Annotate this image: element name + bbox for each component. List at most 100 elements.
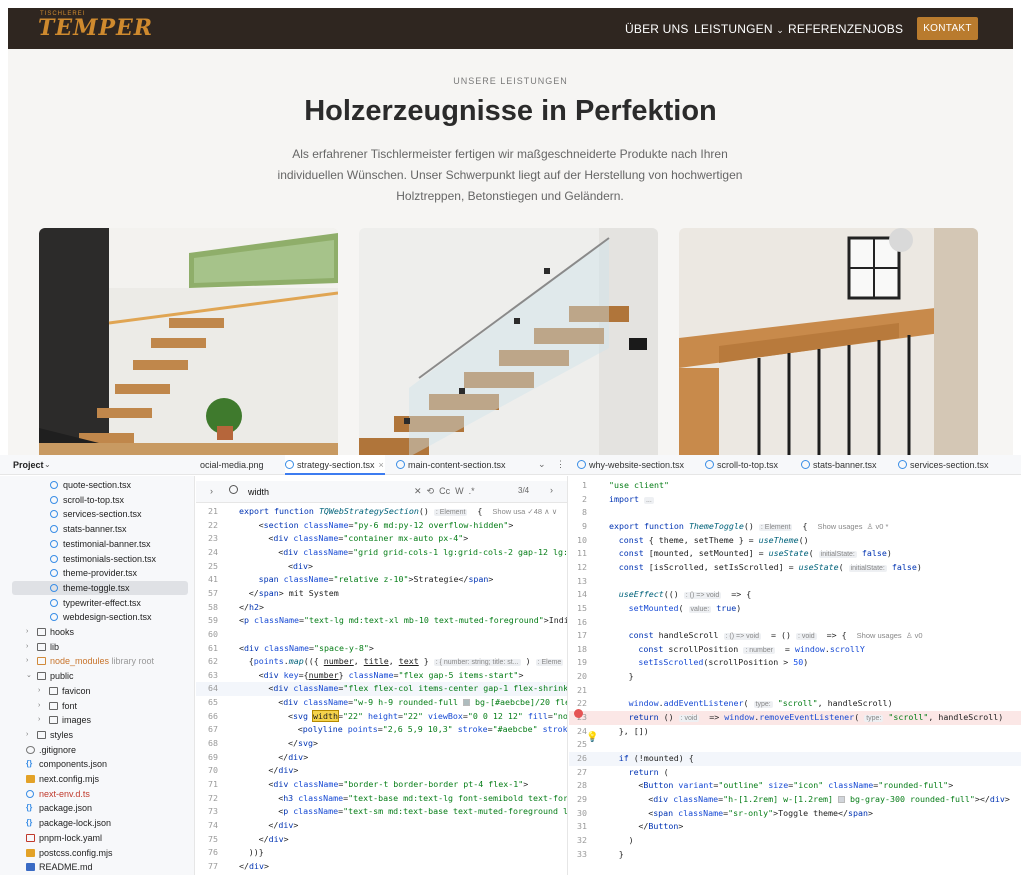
nav-link-services[interactable]: LEISTUNGEN ⌄ (694, 22, 784, 36)
code-line[interactable]: 19 setIsScrolled(scrollPosition > 50) (569, 656, 1021, 670)
tree-item[interactable]: {} package.json (0, 801, 194, 815)
code-line[interactable]: 25 (569, 738, 1021, 752)
tree-item[interactable]: stats-banner.tsx (0, 522, 194, 536)
close-icon[interactable]: × (379, 460, 384, 470)
nav-link-about[interactable]: ÜBER UNS (625, 22, 689, 36)
code-line[interactable]: 66 <svg width="22" height="22" viewBox="0… (196, 709, 567, 724)
code-line[interactable]: 69 </div> (196, 751, 567, 765)
tree-item[interactable]: testimonial-banner.tsx (0, 537, 194, 551)
tab-main-content-section[interactable]: main-content-section.tsx (396, 455, 506, 475)
code-line[interactable]: 33} (569, 848, 1021, 862)
code-line[interactable]: 76))} (196, 846, 567, 860)
tree-item[interactable]: {} components.json (0, 757, 194, 771)
code-line[interactable]: 14 useEffect(() : () => void => { (569, 588, 1021, 602)
tree-item[interactable]: scroll-to-top.tsx (0, 493, 194, 507)
chevron-right-icon[interactable]: › (210, 486, 213, 496)
code-line[interactable]: 75 </div> (196, 833, 567, 847)
tree-item[interactable]: pnpm-lock.yaml (0, 831, 194, 845)
tree-item[interactable]: next.config.mjs (0, 772, 194, 786)
tree-item[interactable]: postcss.config.mjs (0, 846, 194, 860)
code-line[interactable]: 71 <div className="border-t border-border… (196, 778, 567, 792)
code-line[interactable]: 32) (569, 834, 1021, 848)
tree-item[interactable]: typewriter-effect.tsx (0, 596, 194, 610)
tree-item[interactable]: {} package-lock.json (0, 816, 194, 830)
code-line[interactable]: 73 <p className="text-sm md:text-base tex… (196, 805, 567, 819)
chevron-right-icon[interactable]: › (38, 684, 40, 698)
search-input[interactable] (248, 484, 408, 499)
search-options[interactable]: ✕ ⟲ Cc W .* (414, 486, 475, 497)
tab-why-website-section[interactable]: why-website-section.tsx (577, 455, 684, 475)
code-line[interactable]: 74 </div> (196, 819, 567, 833)
code-line[interactable]: 68 </svg> (196, 737, 567, 751)
tab-services-section[interactable]: services-section.tsx (898, 455, 989, 475)
code-line[interactable]: 67 <polyline points="2,6 5,9 10,3" stroke… (196, 723, 567, 737)
code-line[interactable]: 31 </Button> (569, 820, 1021, 834)
code-line[interactable]: 9 export function ThemeToggle() : Element… (569, 520, 1021, 534)
tab-strategy-section[interactable]: strategy-section.tsx × (285, 455, 385, 475)
code-line[interactable]: 1 "use client" (569, 479, 1021, 493)
code-line[interactable]: 57 </span> mit System (196, 587, 567, 601)
tree-item[interactable]: › hooks (0, 625, 194, 639)
chevron-right-icon[interactable]: › (38, 713, 40, 727)
code-line[interactable]: 11 const [mounted, setMounted] = useState… (569, 547, 1021, 561)
code-line[interactable]: 22 <section className="py-6 md:py-12 over… (196, 519, 567, 533)
tab-scroll-to-top[interactable]: scroll-to-top.tsx (705, 455, 778, 475)
code-line[interactable]: 20} (569, 670, 1021, 684)
tabs-dropdown-icon[interactable]: ⌄ (538, 459, 546, 470)
code-line[interactable]: 77 </div> (196, 860, 567, 874)
site-logo[interactable]: TEMPER (38, 15, 153, 41)
code-line[interactable]: 2 import ... (569, 493, 1021, 507)
editor-pane-theme-toggle[interactable]: 1 "use client" 2 import ... 8 9 export functio… (569, 476, 1021, 875)
code-line[interactable]: 29 <div className="h-[1.2rem] w-[1.2rem] … (569, 793, 1021, 807)
code-line[interactable]: 22 window.addEventListener( type: "scroll… (569, 697, 1021, 711)
code-line[interactable]: 17 const handleScroll : () => void = () :… (569, 629, 1021, 643)
code-line[interactable]: 23 return () : void => window.removeEvent… (569, 711, 1021, 725)
more-options-icon[interactable]: ⋮ (556, 459, 565, 470)
code-line[interactable]: 21 export function TQWebStrategySection()… (196, 505, 567, 519)
code-line[interactable]: 8 (569, 506, 1021, 520)
tree-item[interactable]: next-env.d.ts (0, 787, 194, 801)
chevron-down-icon[interactable]: ⌄ (26, 669, 32, 683)
breakpoint-icon[interactable] (574, 709, 583, 718)
code-line[interactable]: 65 <div className="w-9 h-9 rounded-full b… (196, 696, 567, 710)
tree-item[interactable]: webdesign-section.tsx (0, 610, 194, 624)
tree-item[interactable]: theme-toggle.tsx (12, 580, 188, 595)
code-line[interactable]: 10 const { theme, setTheme } = useTheme() (569, 534, 1021, 548)
contact-button[interactable]: KONTAKT (917, 17, 978, 40)
chevron-right-icon[interactable]: › (38, 699, 40, 713)
tree-item[interactable]: quote-section.tsx (0, 478, 194, 492)
code-line[interactable]: 21 (569, 684, 1021, 698)
tree-item[interactable]: .gitignore (0, 743, 194, 757)
chevron-down-icon[interactable]: ⌄ (44, 460, 51, 469)
chevron-right-icon[interactable]: › (550, 485, 553, 495)
tab-social-media-png[interactable]: ocial-media.png (200, 455, 264, 475)
code-line[interactable]: 24 <div className="grid grid-cols-1 lg:gr… (196, 546, 567, 560)
code-line[interactable]: 61 <div className="space-y-8"> (196, 642, 567, 656)
code-line[interactable]: 28 <Button variant="outline" size="icon" … (569, 779, 1021, 793)
chevron-right-icon[interactable]: › (26, 640, 28, 654)
tree-item[interactable]: › font (0, 699, 194, 713)
tree-item[interactable]: services-section.tsx (0, 507, 194, 521)
tree-item[interactable]: › lib (0, 640, 194, 654)
code-line[interactable]: 12 const [isScrolled, setIsScrolled] = us… (569, 561, 1021, 575)
editor-pane-strategy-section[interactable]: › ✕ ⟲ Cc W .* 3/4 › 21 export function TQ… (196, 476, 568, 875)
chevron-right-icon[interactable]: › (26, 625, 28, 639)
code-line[interactable]: 41 span className="relative z-10">Strateg… (196, 573, 567, 587)
code-line[interactable]: 15 setMounted( value: true) (569, 602, 1021, 616)
code-line[interactable]: 63 <div key={number} className="flex gap-… (196, 669, 567, 683)
code-line[interactable]: 26 if (!mounted) { (569, 752, 1021, 766)
code-line[interactable]: 62 {points.map(({ number, title, text } :… (196, 655, 567, 669)
code-line[interactable]: 25 <div> (196, 560, 567, 574)
nav-link-jobs[interactable]: JOBS (871, 22, 903, 36)
tree-item[interactable]: README.md (0, 860, 194, 874)
tree-item[interactable]: › images (0, 713, 194, 727)
code-line[interactable]: 72 <h3 className="text-base md:text-lg fo… (196, 792, 567, 806)
code-line[interactable]: 60 (196, 628, 567, 642)
code-line[interactable]: 16 (569, 616, 1021, 630)
nav-link-references[interactable]: REFERENZEN (788, 22, 871, 36)
tab-stats-banner[interactable]: stats-banner.tsx (801, 455, 877, 475)
code-line[interactable]: 24}, []) (569, 725, 1021, 739)
code-line[interactable]: 30 <span className="sr-only">Toggle theme… (569, 807, 1021, 821)
code-line[interactable]: 27 return ( (569, 766, 1021, 780)
tree-item[interactable]: › favicon (0, 684, 194, 698)
